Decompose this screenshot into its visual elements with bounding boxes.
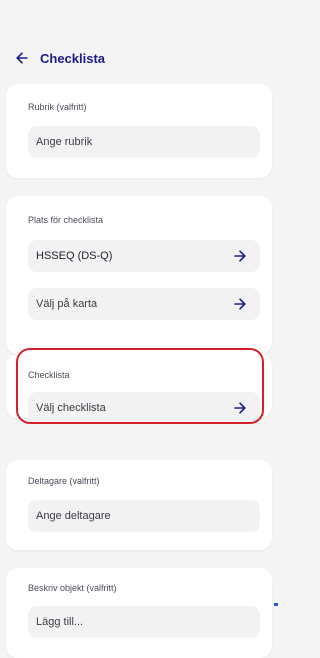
checklista-label: Checklista	[28, 370, 70, 380]
page-title: Checklista	[40, 50, 106, 66]
arrow-left-icon	[16, 52, 28, 64]
choose-on-map-label: Välj på karta	[36, 298, 98, 310]
plats-location-field[interactable]: HSSEQ (DS-Q)	[28, 240, 260, 272]
back-button[interactable]	[10, 46, 34, 70]
app-header: Checklista	[10, 40, 272, 76]
choose-checklist-field[interactable]: Välj checklista	[28, 392, 260, 424]
deltagare-placeholder: Ange deltagare	[36, 510, 111, 522]
scroll-indicator	[274, 603, 278, 606]
rubrik-label: Rubrik (valfritt)	[28, 102, 87, 112]
plats-label: Plats för checklista	[28, 215, 104, 225]
beskriv-placeholder: Lägg till...	[36, 616, 84, 628]
choose-on-map-field[interactable]: Välj på karta	[28, 288, 260, 320]
beskriv-label: Beskriv objekt (valfritt)	[28, 583, 117, 593]
deltagare-input[interactable]: Ange deltagare	[28, 500, 260, 532]
rubrik-placeholder: Ange rubrik	[36, 136, 93, 148]
plats-location-value: HSSEQ (DS-Q)	[36, 250, 113, 262]
rubrik-input[interactable]: Ange rubrik	[28, 126, 260, 158]
arrow-right-icon	[234, 250, 246, 262]
deltagare-label: Deltagare (valfritt)	[28, 476, 100, 486]
arrow-right-icon	[234, 402, 246, 414]
choose-checklist-placeholder: Välj checklista	[36, 402, 106, 414]
arrow-right-icon	[234, 298, 246, 310]
beskriv-input[interactable]: Lägg till...	[28, 606, 260, 638]
